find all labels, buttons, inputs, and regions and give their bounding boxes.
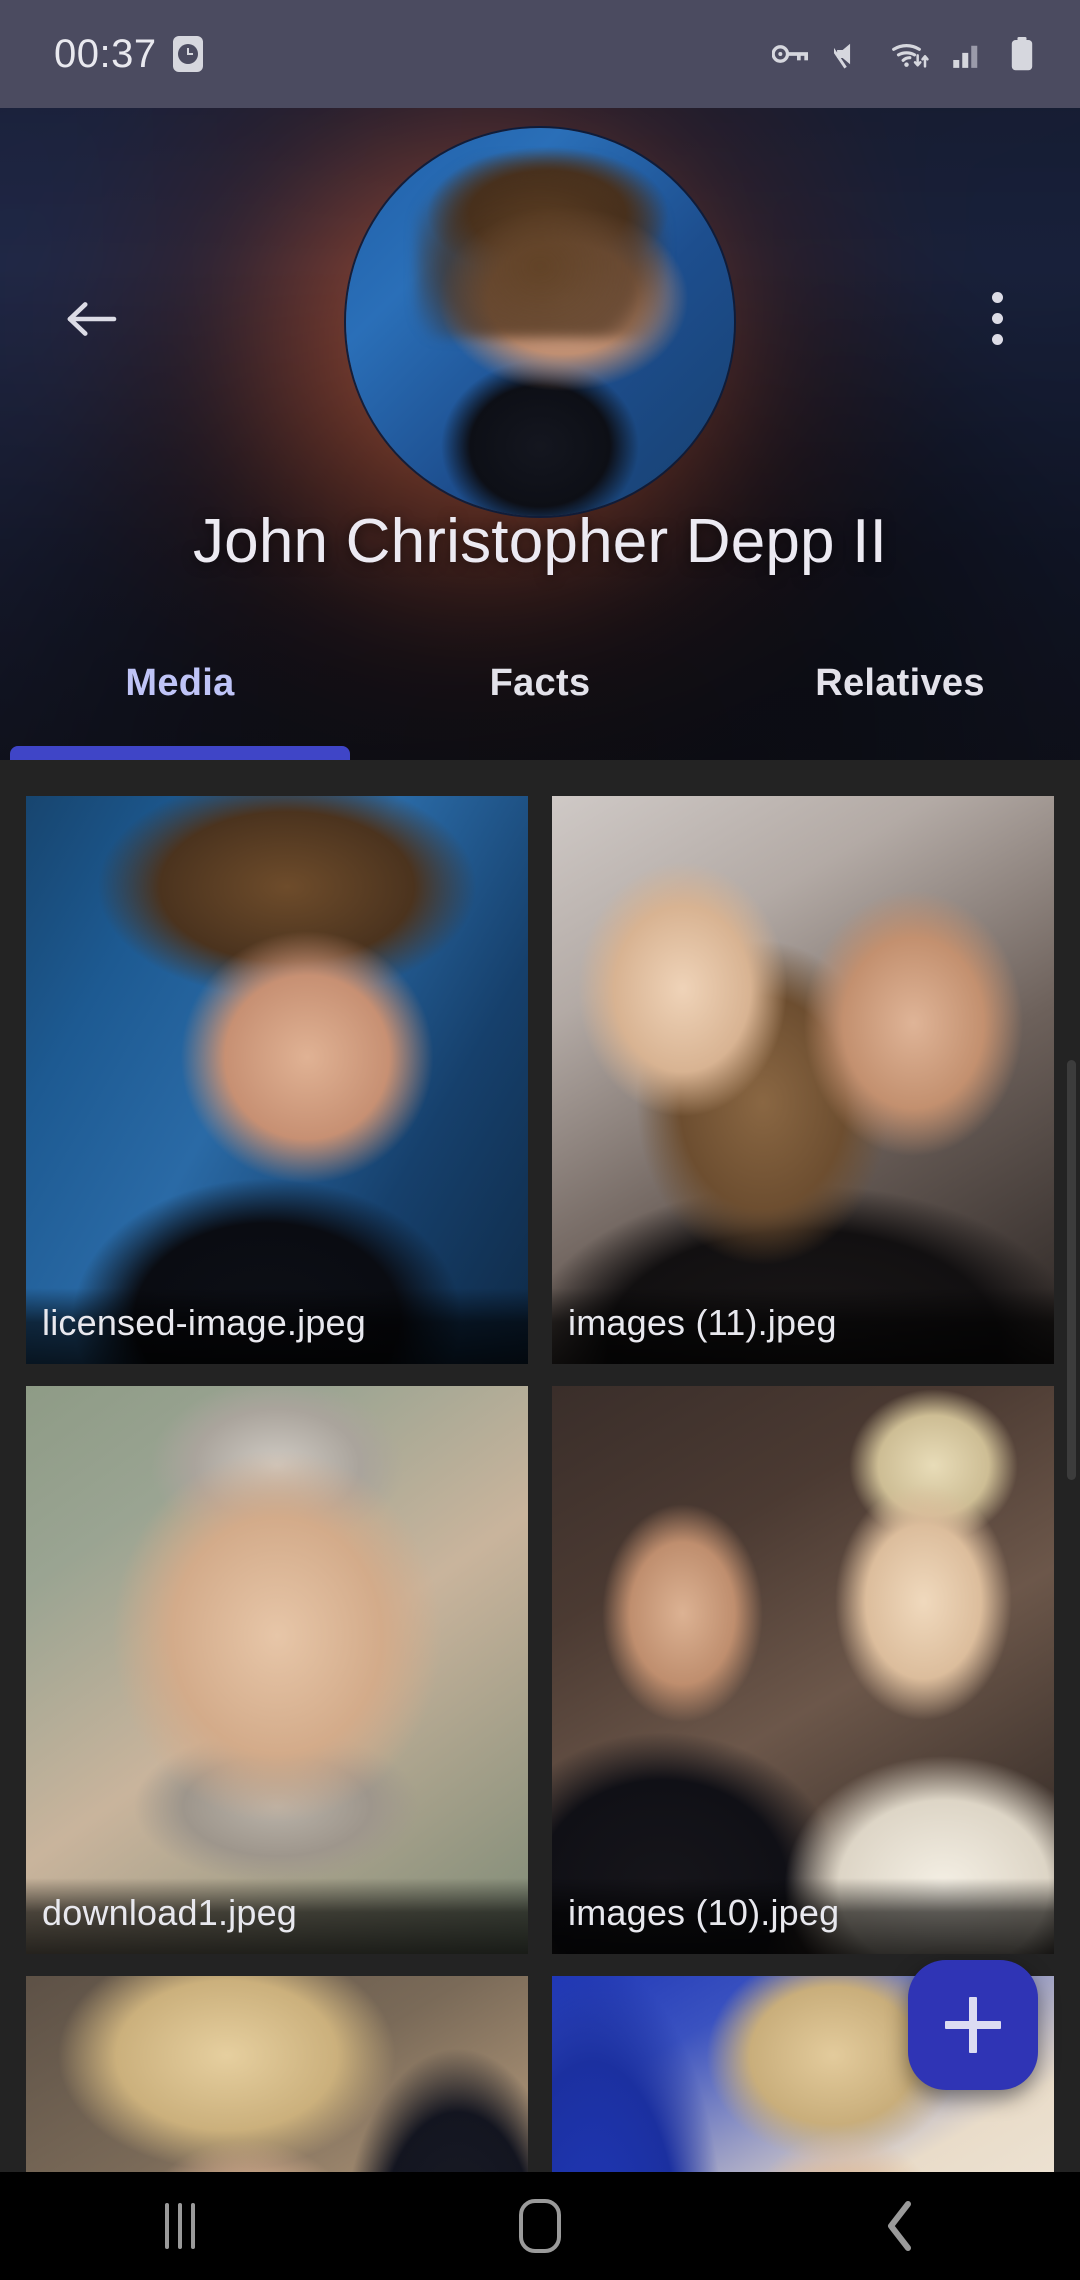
back-button[interactable] [48, 276, 134, 362]
nav-recents-button[interactable] [80, 2172, 280, 2280]
status-bar-right [772, 37, 1036, 71]
vpn-key-icon [772, 39, 812, 69]
system-navigation-bar [0, 2172, 1080, 2280]
nav-home-button[interactable] [440, 2172, 640, 2280]
nav-back-button[interactable] [800, 2172, 1000, 2280]
phone-screen: 00:37 John Christopher Depp II Media Fac… [0, 0, 1080, 2280]
avatar[interactable] [346, 128, 734, 516]
overflow-dot [991, 333, 1003, 345]
overflow-dot [991, 312, 1003, 324]
tab-bar: Media Facts Relatives [0, 644, 1080, 760]
media-thumbnail [552, 796, 1054, 1364]
media-filename: images (11).jpeg [552, 1288, 1054, 1364]
add-media-button[interactable] [908, 1960, 1038, 2090]
tab-media[interactable]: Media [0, 644, 360, 760]
avatar-photo [346, 128, 734, 516]
tab-facts[interactable]: Facts [360, 644, 720, 760]
vertical-scrollbar[interactable] [1067, 1060, 1076, 1480]
media-card[interactable] [26, 1976, 528, 2180]
overflow-menu-button[interactable] [954, 270, 1040, 366]
status-bar: 00:37 [0, 0, 1080, 108]
media-filename: download1.jpeg [26, 1878, 528, 1954]
media-card[interactable]: images (11).jpeg [552, 796, 1054, 1364]
tab-media-label: Media [125, 662, 235, 704]
tab-relatives[interactable]: Relatives [720, 644, 1080, 760]
overflow-dot [991, 291, 1003, 303]
media-filename: licensed-image.jpeg [26, 1288, 528, 1364]
tab-active-indicator [10, 746, 350, 760]
recents-icon [165, 2203, 195, 2249]
profile-header: John Christopher Depp II Media Facts Rel… [0, 108, 1080, 760]
media-grid[interactable]: licensed-image.jpeg images (11).jpeg dow… [0, 760, 1080, 2180]
volume-mute-icon [834, 39, 868, 69]
wifi-icon [890, 39, 930, 69]
media-thumbnail [26, 1386, 528, 1954]
cellular-signal-icon [952, 39, 986, 69]
media-thumbnail [552, 1386, 1054, 1954]
media-card[interactable]: images (10).jpeg [552, 1386, 1054, 1954]
tab-relatives-label: Relatives [815, 662, 985, 704]
page-title: John Christopher Depp II [192, 507, 888, 576]
alarm-clock-icon [172, 36, 203, 72]
back-chevron-icon [888, 2201, 911, 2251]
tab-facts-label: Facts [489, 662, 591, 704]
media-filename: images (10).jpeg [552, 1878, 1054, 1954]
media-card[interactable]: licensed-image.jpeg [26, 796, 528, 1364]
home-icon [519, 2199, 561, 2253]
status-bar-left: 00:37 [54, 32, 203, 77]
media-card[interactable]: download1.jpeg [26, 1386, 528, 1954]
status-bar-clock: 00:37 [54, 31, 157, 76]
media-thumbnail [26, 796, 528, 1364]
battery-icon [1008, 37, 1036, 71]
media-thumbnail [26, 1976, 528, 2180]
back-arrow-icon [67, 302, 117, 336]
